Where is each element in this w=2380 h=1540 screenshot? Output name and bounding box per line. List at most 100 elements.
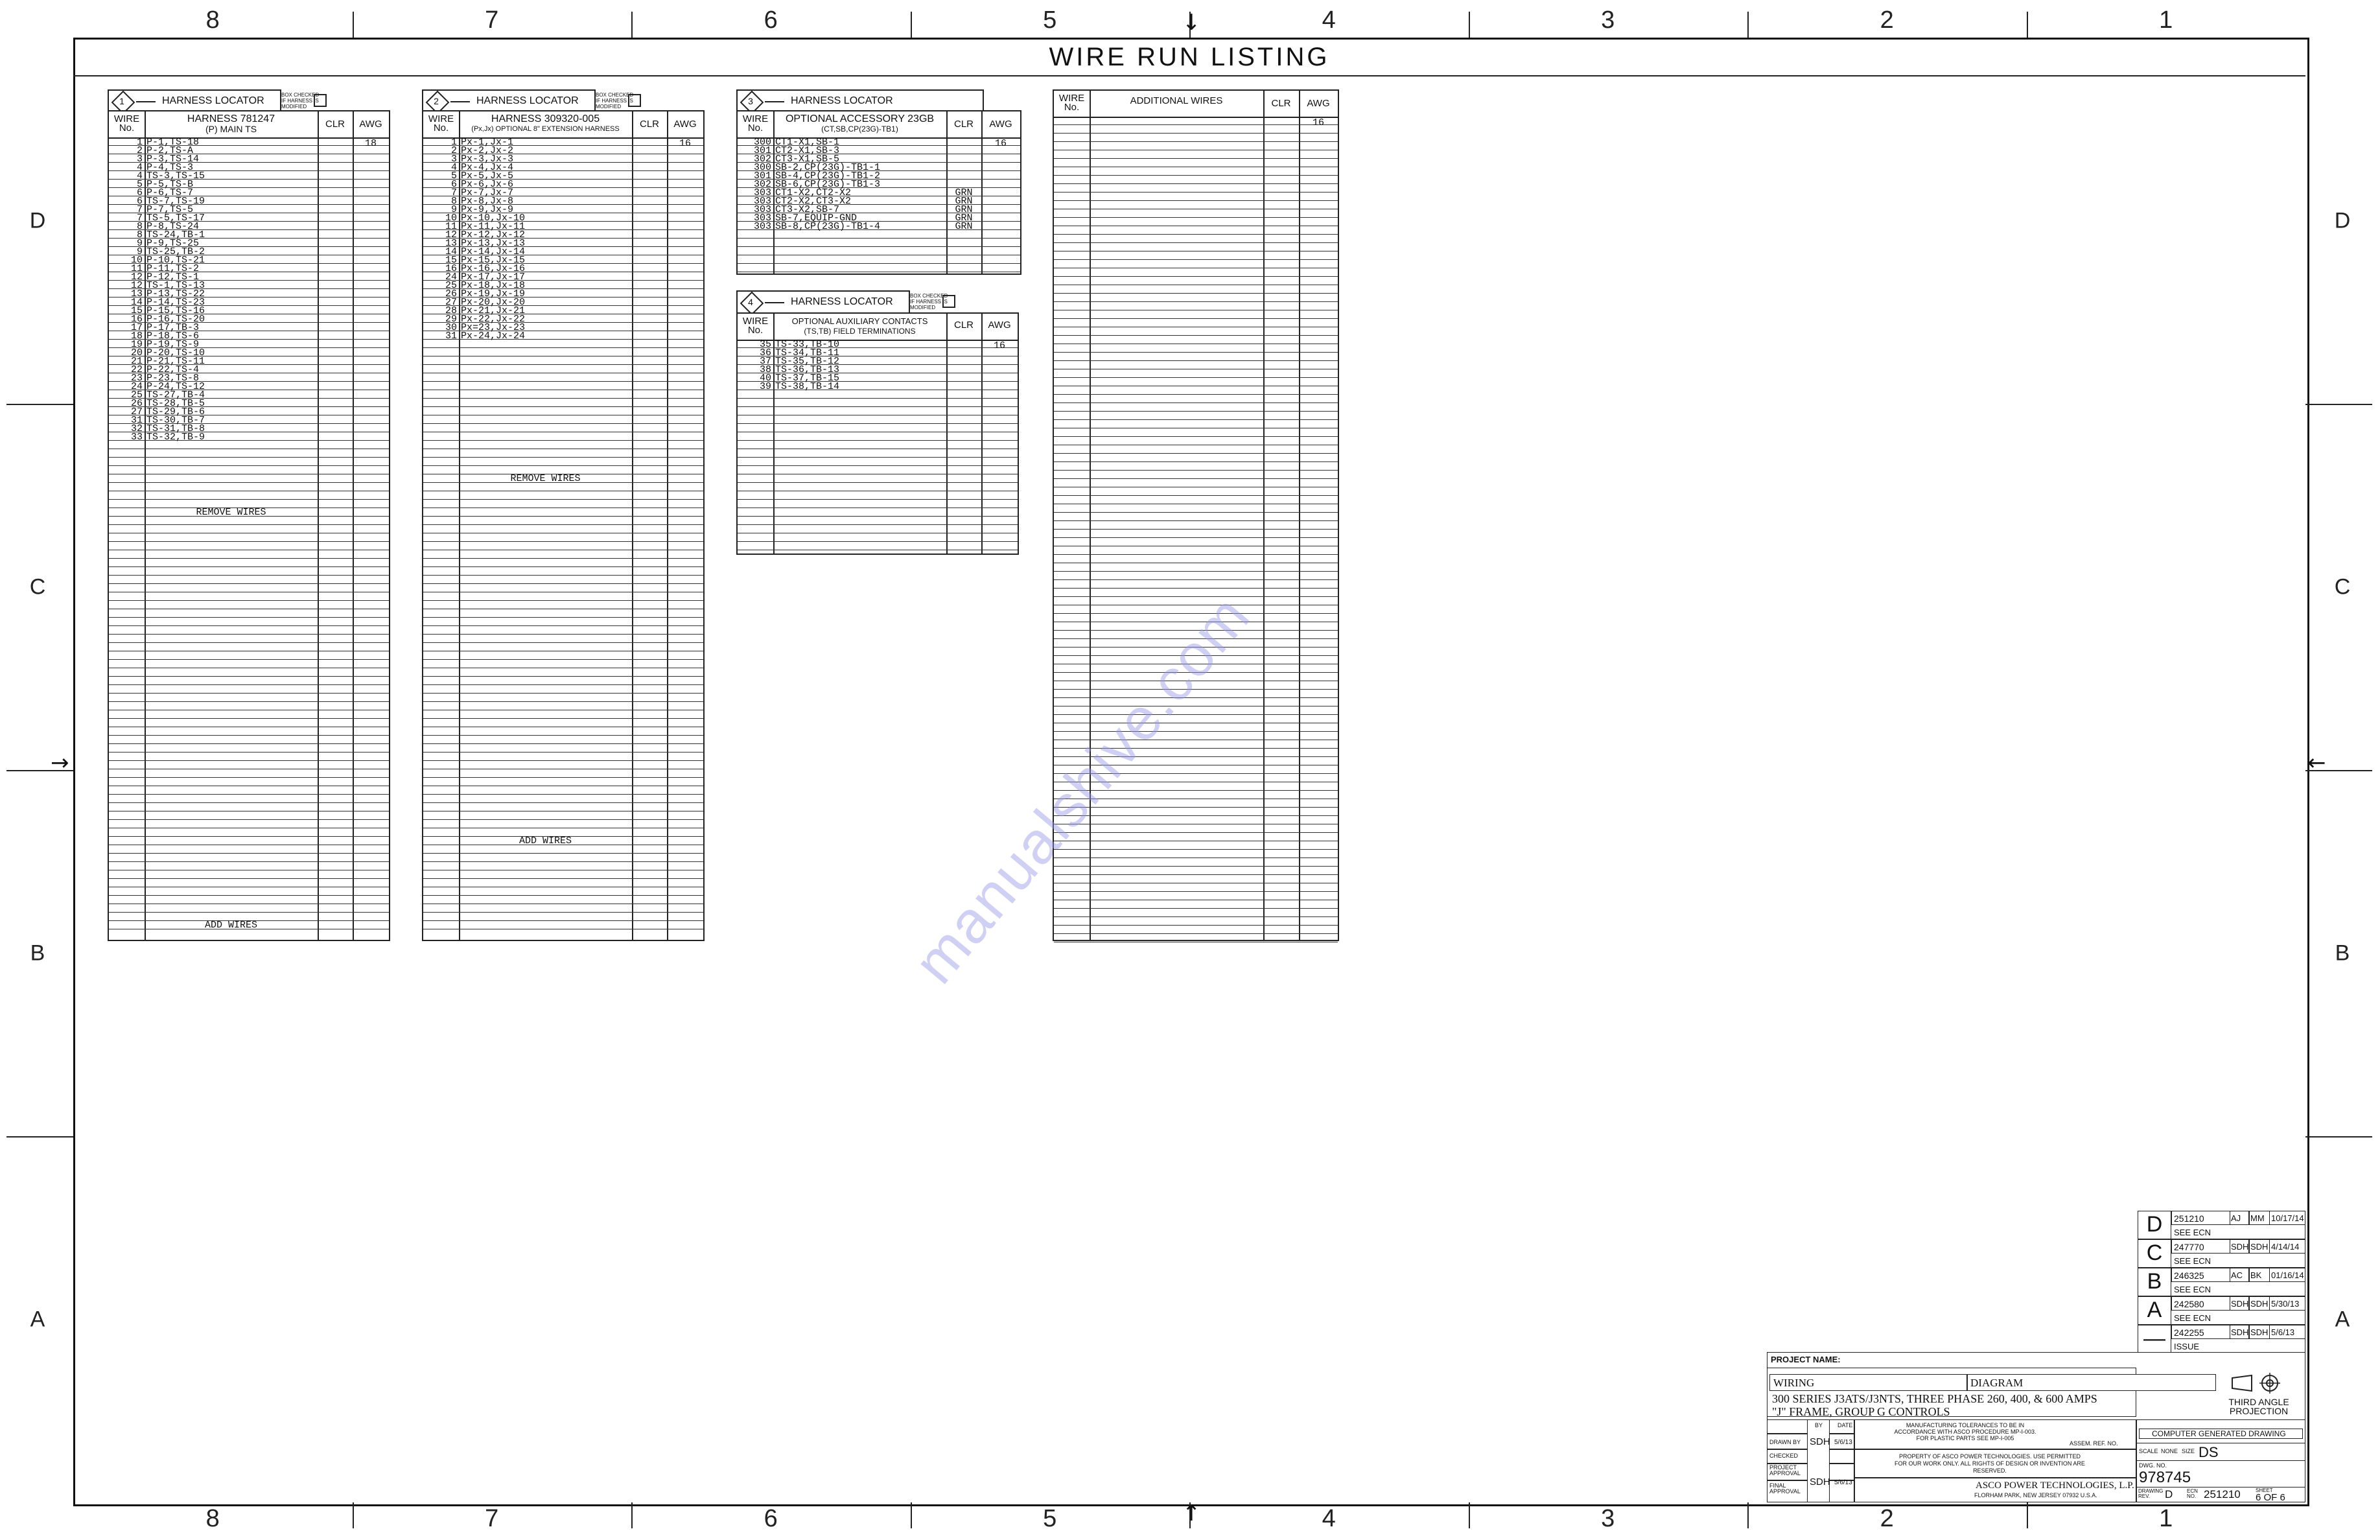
zone-divider [352, 1502, 354, 1528]
harness-title: HARNESS 309320-005 [491, 113, 600, 124]
modified-checkbox[interactable] [942, 295, 955, 308]
revision-approver: MM [2250, 1213, 2265, 1223]
harness-number: 1 [119, 96, 124, 106]
table-row [423, 651, 703, 660]
table-row [423, 609, 703, 618]
harness-number: 3 [748, 96, 753, 106]
zone-letter-left: A [30, 1307, 45, 1331]
table-row [423, 449, 703, 458]
revision-by: AJ [2231, 1213, 2241, 1223]
table-row [109, 601, 389, 609]
table-row [1054, 117, 1338, 125]
table-row [1054, 462, 1338, 471]
no-col-header: No. [1064, 102, 1080, 113]
table-row [1054, 572, 1338, 580]
zone-letter-right: C [2334, 574, 2351, 599]
title-bar: WIRE RUN LISTING [73, 38, 2305, 76]
zone-number-top: 6 [764, 6, 778, 34]
table-row [423, 399, 703, 407]
zone-divider [631, 12, 633, 38]
table-row [1054, 824, 1338, 833]
table-row [1054, 209, 1338, 218]
table-row [109, 896, 389, 904]
zone-number-bottom: 1 [2159, 1505, 2173, 1532]
table-row [109, 609, 389, 618]
size-label: SIZE [2182, 1448, 2195, 1454]
table-row [1054, 167, 1338, 176]
table-row [1054, 235, 1338, 243]
table-row [1054, 496, 1338, 504]
harness-number: 4 [748, 297, 753, 307]
table-row [109, 651, 389, 660]
table-row [1054, 243, 1338, 251]
table-row [423, 660, 703, 668]
table-row [1054, 934, 1338, 942]
locator-arrow-icon [765, 302, 784, 303]
table-row [423, 542, 703, 550]
modified-checkbox[interactable] [314, 94, 327, 107]
zone-letter-left: C [29, 574, 46, 599]
modified-checkbox[interactable] [628, 94, 641, 107]
table-row [423, 517, 703, 525]
table-row [1054, 850, 1338, 858]
bottom-center-arrow-icon: ↑ [1182, 1500, 1201, 1526]
zone-number-top: 4 [1322, 6, 1336, 34]
table-row [423, 904, 703, 913]
zone-letter-left: D [29, 208, 46, 233]
revision-approver: BK [2250, 1270, 2262, 1280]
table-row [109, 458, 389, 466]
zone-divider [1747, 1502, 1749, 1528]
table-row [1054, 479, 1338, 487]
table-row [109, 474, 389, 483]
awg-col-header: AWG [989, 119, 1012, 130]
assem-ref-label: ASSEM. REF. NO. [2070, 1440, 2118, 1447]
harness-subtitle: (TS,TB) FIELD TERMINATIONS [804, 327, 916, 336]
table-row [423, 584, 703, 592]
revision-note: SEE ECN [2174, 1228, 2211, 1237]
table-row [423, 567, 703, 576]
zone-number-top: 2 [1880, 6, 1894, 34]
scale-label: SCALE [2139, 1448, 2158, 1454]
revision-letter: C [2146, 1241, 2163, 1265]
table-row [109, 879, 389, 887]
table-row [738, 441, 1018, 449]
zone-divider [910, 12, 912, 38]
harness-title: HARNESS 781247 [187, 113, 275, 124]
awg-value: 16 [679, 138, 691, 149]
company-name: ASCO POWER TECHNOLOGIES, L.P. [1976, 1480, 2134, 1491]
table-row [1054, 395, 1338, 403]
zone-divider [6, 1136, 73, 1138]
no-col-header: No. [747, 325, 764, 336]
locator-label: HARNESS LOCATOR [791, 95, 893, 106]
wire-terminals: SB-8,CP(23G)-TB1-4 [775, 221, 881, 232]
table-row [1054, 192, 1338, 201]
harness-1-wire-table: WIRE No. HARNESS 781247 (P) MAIN TS CLR AWG 18… [108, 110, 390, 941]
table-row [423, 424, 703, 432]
revision-date: 5/6/13 [2271, 1327, 2295, 1337]
add-wires-label: ADD WIRES [519, 835, 572, 846]
table-row [1054, 327, 1338, 336]
table-row [1054, 867, 1338, 875]
no-col-header: No. [119, 122, 135, 134]
zone-divider [1468, 12, 1470, 38]
table-row [1054, 125, 1338, 134]
locator-arrow-icon [450, 101, 470, 102]
table-row [423, 643, 703, 651]
table-row [109, 803, 389, 811]
table-row [1054, 184, 1338, 192]
revision-approver: SDH [2250, 1327, 2269, 1337]
revision-note: ISSUE [2174, 1342, 2200, 1351]
revision-note: SEE ECN [2174, 1285, 2211, 1294]
table-row [1054, 538, 1338, 546]
table-row [738, 466, 1018, 474]
table-row [423, 710, 703, 719]
table-row [109, 533, 389, 542]
drawn-by-label: DRAWN BY [1769, 1439, 1801, 1445]
table-row [423, 727, 703, 736]
table-row [1054, 285, 1338, 294]
table-row [1054, 445, 1338, 454]
table-row [738, 508, 1018, 517]
table-row [738, 415, 1018, 424]
revision-letter: — [2143, 1326, 2165, 1351]
table-row [423, 913, 703, 921]
